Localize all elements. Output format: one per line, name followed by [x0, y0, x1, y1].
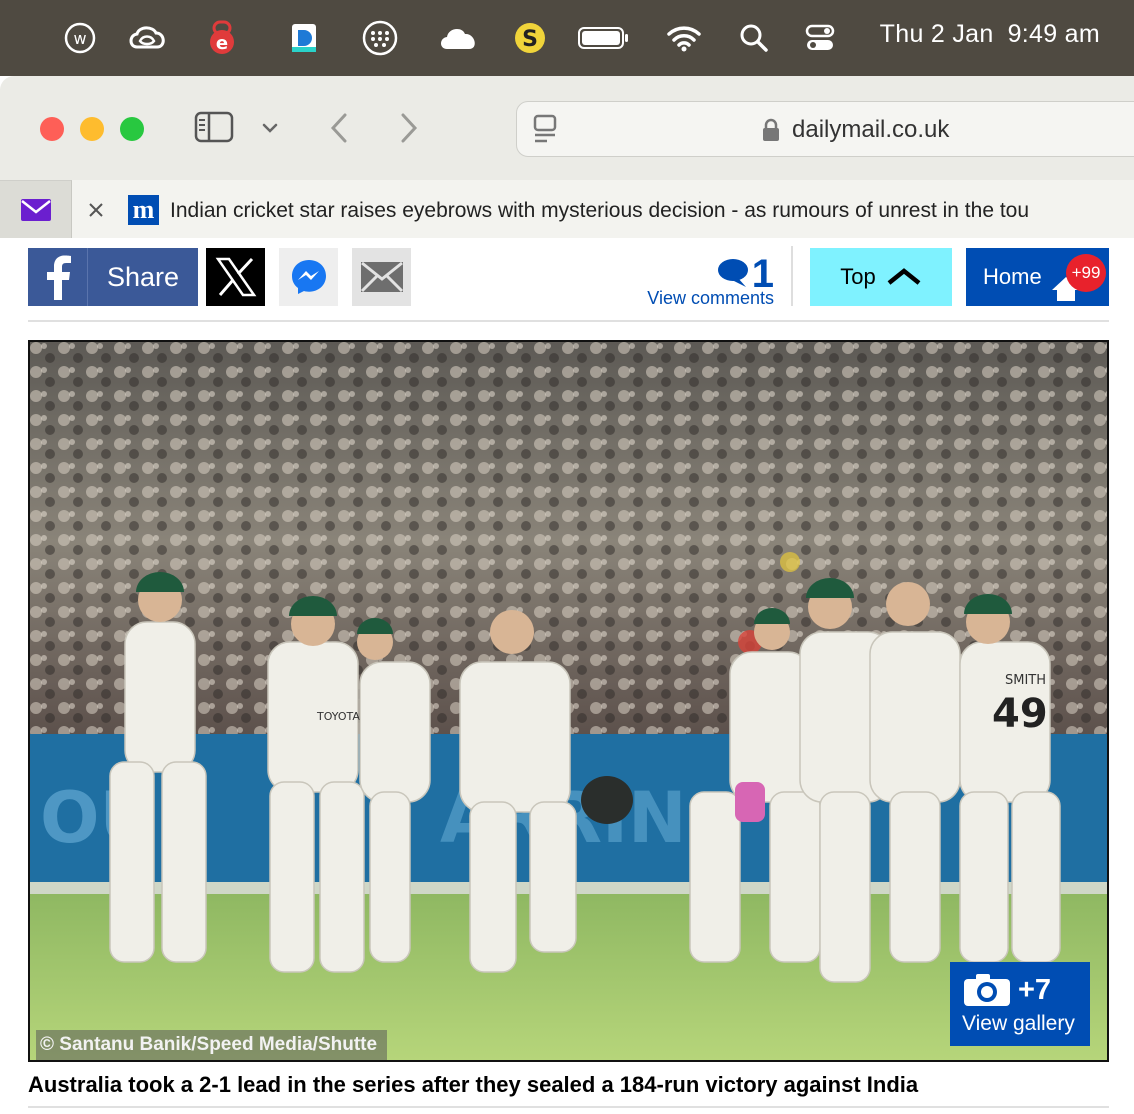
email-share-button[interactable] [352, 248, 411, 306]
daily-mail-favicon: m [128, 195, 159, 225]
e-app-icon[interactable]: e [204, 18, 240, 58]
photo-credit: © Santanu Banik/Speed Media/Shutte [36, 1030, 388, 1060]
x-logo-icon [215, 257, 256, 297]
mail-tab-icon [20, 198, 51, 221]
favicon-letter: m [132, 195, 155, 224]
browser-window: dailymail.co.uk m Indian cricket star ra… [0, 76, 1134, 1114]
view-gallery-button[interactable]: +7 View gallery [950, 962, 1090, 1046]
pinned-tab-mail[interactable] [0, 180, 72, 238]
chevron-up-icon [887, 268, 921, 285]
x-share-button[interactable] [206, 248, 265, 306]
battery-icon[interactable] [576, 18, 632, 58]
control-center-icon[interactable] [802, 18, 838, 58]
menu-bar-time: 9:49 am [1007, 20, 1100, 48]
page-content: Share 1 View comments Top Home +99 OU TO… [0, 238, 1134, 1114]
zoom-window-button[interactable] [120, 117, 144, 141]
player-name-text: SMITH [1005, 673, 1046, 688]
envelope-icon [360, 261, 403, 293]
sharebar-divider [791, 246, 793, 306]
minimize-window-button[interactable] [80, 117, 104, 141]
address-bar[interactable]: dailymail.co.uk [516, 101, 1134, 157]
home-label: Home [983, 264, 1042, 289]
back-to-top-label: Top [840, 264, 876, 289]
w-app-icon[interactable]: w [60, 18, 100, 58]
menu-bar-date: Thu 2 Jan [879, 20, 994, 48]
cricket-team-photo: OU ARRIN [30, 342, 1107, 1060]
sharebar-rule [28, 320, 1109, 322]
messenger-icon [291, 260, 326, 294]
d-app-icon[interactable] [284, 18, 324, 58]
sponsor-text: TOYOTA [316, 710, 360, 723]
close-window-button[interactable] [40, 117, 64, 141]
menu-bar-clock[interactable]: Thu 2 Jan 9:49 am [880, 20, 1100, 49]
browser-toolbar: dailymail.co.uk [0, 76, 1134, 180]
facebook-share-button[interactable]: Share [28, 248, 198, 306]
url-text[interactable]: dailymail.co.uk [792, 116, 949, 144]
menu-bar: w e S Thu 2 Jan 9:49 am [0, 0, 1134, 76]
view-comments-link[interactable]: 1 View comments [640, 252, 776, 312]
cloud-icon[interactable] [436, 18, 482, 58]
messenger-share-button[interactable] [279, 248, 338, 306]
s-app-icon[interactable]: S [510, 18, 550, 58]
chevron-down-icon[interactable] [258, 116, 282, 140]
tab-bar: m Indian cricket star raises eyebrows wi… [0, 180, 1134, 238]
comments-label: View comments [647, 288, 774, 308]
wifi-icon[interactable] [664, 18, 704, 58]
home-button[interactable]: Home +99 [966, 248, 1109, 306]
spotlight-search-icon[interactable] [736, 18, 772, 58]
home-notification-badge: +99 [1066, 254, 1106, 292]
caption-rule [28, 1106, 1109, 1108]
tab-title: Indian cricket star raises eyebrows with… [170, 199, 1030, 222]
facebook-icon [28, 248, 88, 306]
photo-caption: Australia took a 2-1 lead in the series … [28, 1072, 919, 1097]
facebook-share-label: Share [106, 261, 180, 292]
reader-view-icon[interactable] [531, 114, 561, 144]
back-to-top-button[interactable]: Top [810, 248, 952, 306]
gallery-count: +7 [1018, 974, 1052, 1006]
player-number-text: 49 [992, 691, 1048, 737]
gallery-label: View gallery [962, 1012, 1075, 1035]
camera-icon [964, 974, 1010, 1006]
lock-icon [760, 116, 782, 144]
close-tab-icon[interactable] [86, 200, 106, 220]
article-photo[interactable]: OU ARRIN [28, 340, 1109, 1062]
svg-text:e: e [216, 33, 228, 54]
forward-arrow-icon[interactable] [392, 110, 426, 146]
svg-text:w: w [73, 29, 86, 48]
comment-bubble-icon [718, 259, 748, 287]
creative-cloud-icon[interactable] [124, 18, 170, 58]
grid-dots-icon[interactable] [358, 18, 402, 58]
sidebar-toggle-icon[interactable] [192, 110, 236, 144]
tab-active[interactable]: m Indian cricket star raises eyebrows wi… [72, 180, 1134, 238]
back-arrow-icon[interactable] [322, 110, 356, 146]
svg-text:S: S [522, 27, 538, 52]
